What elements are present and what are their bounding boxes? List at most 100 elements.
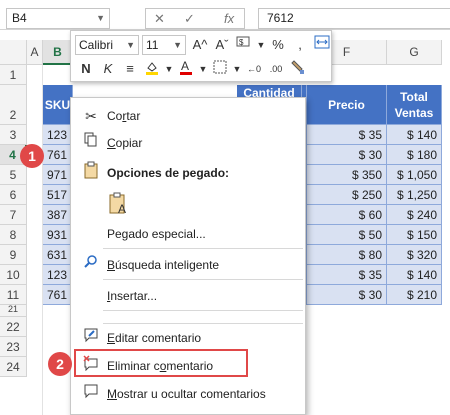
cell-precio[interactable]: $ 60 — [307, 205, 387, 225]
menu-label-opciones-pegado: Opciones de pegado: — [107, 166, 230, 180]
font-color-icon[interactable]: A — [175, 59, 197, 79]
row-header-22[interactable]: 22 — [0, 317, 27, 337]
name-box[interactable]: B4 ▼ — [6, 8, 110, 29]
row-header-10[interactable]: 10 — [0, 265, 27, 285]
cancel-icon[interactable]: ✕ — [154, 9, 165, 28]
header-precio[interactable]: Precio — [307, 85, 387, 125]
cell-total[interactable]: $ 1,250 — [387, 185, 442, 205]
row-header-6[interactable]: 6 — [0, 185, 27, 205]
cell-total[interactable]: $ 320 — [387, 245, 442, 265]
cell-sku[interactable]: 761 — [43, 285, 73, 305]
menu-label-copiar: Copiar — [107, 136, 143, 150]
step-badge-1: 1 — [20, 144, 44, 168]
row-header-23[interactable]: 23 — [0, 337, 27, 357]
chevron-down-icon[interactable]: ▼ — [255, 35, 267, 55]
cell-precio[interactable]: $ 350 — [307, 165, 387, 185]
paste-option-button[interactable]: A — [107, 191, 131, 217]
fx-icon[interactable]: fx — [224, 9, 234, 28]
row-header-24[interactable]: 24 — [0, 357, 27, 377]
chevron-down-icon: ▼ — [173, 40, 182, 50]
merge-center-icon[interactable] — [311, 35, 333, 55]
cell-precio[interactable]: $ 80 — [307, 245, 387, 265]
number-format-icon[interactable]: $ — [233, 35, 255, 55]
cell-precio[interactable]: $ 30 — [307, 285, 387, 305]
menu-label-busqueda: Búsqueda inteligente — [107, 258, 220, 272]
cell-precio[interactable]: $ 30 — [307, 145, 387, 165]
col-header-a[interactable]: A — [27, 40, 43, 65]
format-painter-icon[interactable] — [287, 59, 309, 79]
percent-icon[interactable]: % — [267, 35, 289, 55]
chevron-down-icon[interactable]: ▼ — [96, 9, 105, 28]
cell-total[interactable]: $ 180 — [387, 145, 442, 165]
cell-total[interactable]: $ 140 — [387, 265, 442, 285]
menu-item-opciones-pegado: Opciones de pegado: — [71, 161, 305, 185]
row-header-11[interactable]: 11 — [0, 285, 27, 305]
bold-icon[interactable]: N — [75, 59, 97, 79]
confirm-icon[interactable]: ✓ — [184, 9, 195, 28]
row-header-5[interactable]: 5 — [0, 165, 27, 185]
header-sku[interactable]: SKU — [43, 85, 73, 125]
increase-decimal-icon[interactable]: ←0 — [243, 59, 265, 79]
align-center-icon[interactable]: ≡ — [119, 59, 141, 79]
menu-item-mostrar-ocultar[interactable]: Mostrar u ocultar comentarios — [71, 382, 305, 406]
chevron-down-icon[interactable]: ▼ — [197, 59, 209, 79]
cell-sku[interactable]: 123 — [43, 125, 73, 145]
cell-sku[interactable]: 123 — [43, 265, 73, 285]
menu-label-cortar: Cortar — [107, 109, 141, 123]
menu-item-editar-comentario[interactable]: Editar comentario — [71, 326, 305, 350]
cell-sku[interactable]: 931 — [43, 225, 73, 245]
cell-precio[interactable]: $ 35 — [307, 125, 387, 145]
cell-sku[interactable]: 387 — [43, 205, 73, 225]
menu-item-cortar[interactable]: ✂ Cortar — [71, 104, 305, 128]
menu-label-mostrar-ocultar: Mostrar u ocultar comentarios — [107, 387, 266, 401]
header-total-line2: Ventas — [394, 105, 434, 120]
chevron-down-icon[interactable]: ▼ — [163, 59, 175, 79]
italic-icon[interactable]: K — [97, 59, 119, 79]
cell-total[interactable]: $ 140 — [387, 125, 442, 145]
chevron-down-icon[interactable]: ▼ — [231, 59, 243, 79]
menu-item-copiar[interactable]: Copiar — [71, 131, 305, 155]
svg-text:A: A — [118, 202, 126, 216]
decrease-decimal-icon[interactable]: .00 — [265, 59, 287, 79]
cell-sku[interactable]: 761 — [43, 145, 73, 165]
header-total-ventas[interactable]: Total Ventas — [387, 85, 442, 125]
formula-input[interactable]: 7612 — [258, 8, 450, 29]
menu-label-insertar: Insertar... — [107, 289, 158, 303]
row-header-3[interactable]: 3 — [0, 125, 27, 145]
cell-precio[interactable]: $ 35 — [307, 265, 387, 285]
menu-item-busqueda[interactable]: Búsqueda inteligente — [71, 253, 305, 277]
cell-total[interactable]: $ 210 — [387, 285, 442, 305]
font-select[interactable]: Calibri ▼ — [75, 35, 139, 55]
col-header-b[interactable]: B — [43, 40, 73, 65]
row-header-7[interactable]: 7 — [0, 205, 27, 225]
cell-precio[interactable]: $ 50 — [307, 225, 387, 245]
column-a-cells[interactable] — [27, 65, 43, 415]
fill-color-icon[interactable] — [141, 59, 163, 79]
cell-total[interactable]: $ 1,050 — [387, 165, 442, 185]
menu-item-insertar[interactable]: Insertar... — [71, 284, 305, 308]
cell-sku[interactable]: 971 — [43, 165, 73, 185]
shrink-font-icon[interactable]: Aˇ — [211, 35, 233, 55]
menu-separator — [103, 310, 303, 311]
cell-sku[interactable]: 631 — [43, 245, 73, 265]
cell-sku[interactable]: 517 — [43, 185, 73, 205]
row-header-9[interactable]: 9 — [0, 245, 27, 265]
comma-style-icon[interactable]: , — [289, 35, 311, 55]
cell-total[interactable]: $ 150 — [387, 225, 442, 245]
name-box-value: B4 — [12, 11, 27, 25]
cell-total[interactable]: $ 240 — [387, 205, 442, 225]
formula-controls: ✕ ✓ fx — [145, 8, 245, 29]
paste-icon: A — [109, 192, 126, 216]
row-header-8[interactable]: 8 — [0, 225, 27, 245]
row-header-2[interactable]: 2 — [0, 85, 27, 125]
col-header-g[interactable]: G — [387, 40, 442, 65]
row-header-21[interactable]: 21 — [0, 305, 27, 317]
select-all-corner[interactable] — [0, 40, 27, 65]
menu-item-pegado-especial[interactable]: Pegado especial... — [71, 222, 305, 246]
font-size-select[interactable]: 11 ▼ — [142, 35, 186, 55]
grow-font-icon[interactable]: A^ — [189, 35, 211, 55]
borders-icon[interactable] — [209, 59, 231, 79]
cell-precio[interactable]: $ 250 — [307, 185, 387, 205]
edit-comment-icon — [81, 326, 101, 350]
row-header-1[interactable]: 1 — [0, 65, 27, 85]
